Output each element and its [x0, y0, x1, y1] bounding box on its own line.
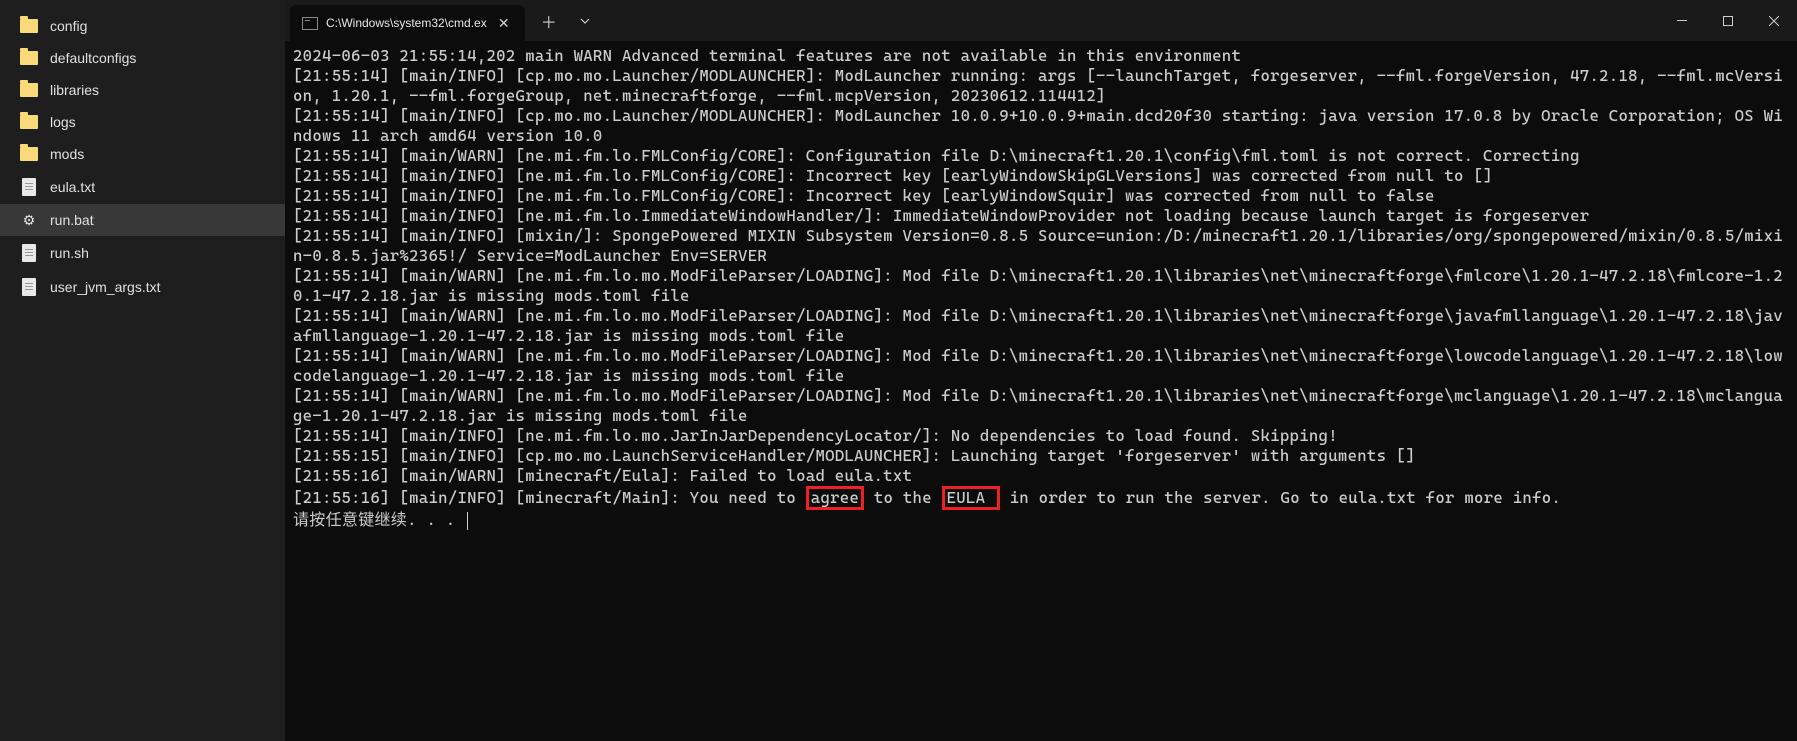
file-label: run.sh	[50, 245, 89, 261]
gear-icon: ⚙	[21, 212, 37, 228]
log-line: [21:55:14] [main/INFO] [ne.mi.fm.lo.mo.J…	[293, 426, 1338, 445]
folder-icon	[20, 83, 38, 97]
log-line: [21:55:14] [main/INFO] [cp.mo.mo.Launche…	[293, 66, 1783, 105]
cursor	[467, 512, 468, 530]
file-label: mods	[50, 146, 84, 162]
file-label: libraries	[50, 82, 99, 98]
terminal-output[interactable]: 2024-06-03 21:55:14,202 main WARN Advanc…	[285, 42, 1797, 741]
file-label: defaultconfigs	[50, 50, 136, 66]
close-button[interactable]	[1751, 0, 1797, 41]
window-controls	[1659, 0, 1797, 41]
tab-title: C:\Windows\system32\cmd.ex	[326, 16, 487, 30]
log-line: [21:55:14] [main/INFO] [ne.mi.fm.lo.FMLC…	[293, 166, 1493, 185]
maximize-button[interactable]	[1705, 0, 1751, 41]
sidebar-item-defaultconfigs[interactable]: defaultconfigs	[0, 42, 285, 74]
log-line: [21:55:14] [main/WARN] [ne.mi.fm.lo.mo.M…	[293, 346, 1783, 385]
sidebar-item-run-sh[interactable]: run.sh	[0, 236, 285, 270]
sidebar-item-libraries[interactable]: libraries	[0, 74, 285, 106]
log-line: [21:55:15] [main/INFO] [cp.mo.mo.LaunchS…	[293, 446, 1415, 465]
highlight-eula: EULA	[942, 486, 1000, 510]
log-line: [21:55:14] [main/WARN] [ne.mi.fm.lo.mo.M…	[293, 306, 1783, 345]
file-explorer-sidebar: config defaultconfigs libraries logs mod…	[0, 0, 285, 741]
file-label: config	[50, 18, 87, 34]
file-label: user_jvm_args.txt	[50, 279, 160, 295]
tab-cmd[interactable]: C:\Windows\system32\cmd.ex ✕	[290, 5, 525, 41]
folder-icon	[20, 147, 38, 161]
tab-controls: ＋	[525, 0, 609, 41]
sidebar-item-eula-txt[interactable]: eula.txt	[0, 170, 285, 204]
close-icon[interactable]: ✕	[495, 14, 513, 32]
sidebar-item-config[interactable]: config	[0, 10, 285, 42]
file-icon	[22, 178, 36, 196]
log-line: [21:55:14] [main/INFO] [mixin/]: SpongeP…	[293, 226, 1783, 265]
log-line: 2024-06-03 21:55:14,202 main WARN Advanc…	[293, 46, 1241, 65]
tab-dropdown-button[interactable]	[569, 5, 601, 37]
log-line: [21:55:14] [main/INFO] [cp.mo.mo.Launche…	[293, 106, 1783, 145]
sidebar-item-user-jvm-args[interactable]: user_jvm_args.txt	[0, 270, 285, 304]
file-icon	[22, 278, 36, 296]
file-label: logs	[50, 114, 76, 130]
file-icon	[22, 244, 36, 262]
log-line: [21:55:14] [main/INFO] [ne.mi.fm.lo.Imme…	[293, 206, 1589, 225]
file-label: eula.txt	[50, 179, 95, 195]
highlight-agree: agree	[806, 486, 864, 510]
terminal-window: C:\Windows\system32\cmd.ex ✕ ＋ 2024-06-0…	[285, 0, 1797, 741]
log-line: [21:55:14] [main/INFO] [ne.mi.fm.lo.FMLC…	[293, 186, 1435, 205]
cmd-icon	[302, 17, 318, 30]
log-line-final: [21:55:16] [main/INFO] [minecraft/Main]:…	[293, 488, 1561, 507]
minimize-button[interactable]	[1659, 0, 1705, 41]
prompt-line: 请按任意键继续. . .	[293, 510, 465, 529]
folder-icon	[20, 51, 38, 65]
folder-icon	[20, 115, 38, 129]
sidebar-item-logs[interactable]: logs	[0, 106, 285, 138]
tab-bar: C:\Windows\system32\cmd.ex ✕ ＋	[285, 0, 1797, 42]
file-label: run.bat	[50, 212, 94, 228]
log-line: [21:55:14] [main/WARN] [ne.mi.fm.lo.mo.M…	[293, 266, 1783, 305]
folder-icon	[20, 19, 38, 33]
new-tab-button[interactable]: ＋	[533, 5, 565, 37]
log-line: [21:55:14] [main/WARN] [ne.mi.fm.lo.FMLC…	[293, 146, 1580, 165]
sidebar-item-run-bat[interactable]: ⚙ run.bat	[0, 204, 285, 236]
sidebar-item-mods[interactable]: mods	[0, 138, 285, 170]
log-line: [21:55:16] [main/WARN] [minecraft/Eula]:…	[293, 466, 912, 485]
log-line: [21:55:14] [main/WARN] [ne.mi.fm.lo.mo.M…	[293, 386, 1783, 425]
